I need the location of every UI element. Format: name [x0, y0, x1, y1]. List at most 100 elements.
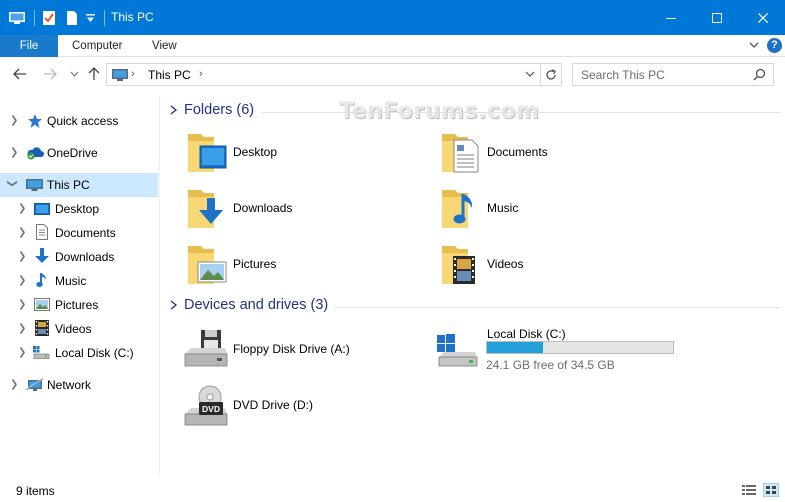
nav-item-downloads[interactable]: ❯ Downloads [0, 245, 158, 269]
this-pc-app-icon[interactable] [8, 11, 26, 25]
nav-item-music[interactable]: ❯ Music [0, 269, 158, 293]
nav-item-documents[interactable]: ❯ Documents [0, 221, 158, 245]
expand-chevron-icon[interactable]: ❯ [18, 347, 26, 358]
folder-item-pictures[interactable]: Pictures [185, 240, 425, 290]
desktop-icon [34, 203, 50, 215]
breadcrumb-chevron-icon[interactable]: › [199, 68, 203, 80]
pictures-icon [34, 298, 50, 311]
pane-divider[interactable] [159, 96, 160, 476]
folder-label: Desktop [233, 145, 278, 159]
folder-item-desktop[interactable]: Desktop [185, 128, 425, 178]
nav-item-network[interactable]: ❯ Network [0, 373, 158, 397]
drive-item-floppy[interactable]: Floppy Disk Drive (A:) [183, 328, 443, 382]
tab-file[interactable]: File [0, 35, 58, 57]
large-icons-view-icon[interactable] [763, 483, 779, 497]
nav-item-onedrive[interactable]: ❯ OneDrive [0, 141, 158, 165]
properties-checklist-icon[interactable] [42, 10, 56, 26]
search-box[interactable]: Search This PC [572, 63, 774, 86]
nav-item-videos[interactable]: ❯ Videos [0, 317, 158, 341]
maximize-icon [712, 12, 722, 23]
forward-arrow-icon [44, 68, 57, 80]
back-arrow-icon [13, 68, 26, 80]
drive-free-space: 24.1 GB free of 34.5 GB [486, 358, 615, 372]
tab-view[interactable]: View [152, 35, 177, 57]
minimize-button[interactable] [648, 0, 694, 35]
folder-item-videos[interactable]: Videos [439, 240, 679, 290]
up-arrow-icon [88, 67, 100, 80]
local-disk-windows-icon [437, 334, 478, 367]
folder-label: Pictures [233, 257, 277, 271]
expand-chevron-icon[interactable]: ❯ [18, 323, 26, 334]
breadcrumb-this-pc[interactable]: This PC [148, 68, 191, 82]
documents-icon [36, 224, 48, 240]
nav-label: Documents [55, 226, 116, 240]
expand-chevron-icon[interactable]: ❯ [10, 115, 18, 126]
downloads-arrow-icon [35, 248, 49, 263]
address-bar[interactable]: › This PC › [106, 63, 562, 86]
nav-label: Videos [55, 322, 92, 336]
folder-item-music[interactable]: Music [439, 184, 679, 234]
folder-item-documents[interactable]: Documents [439, 128, 679, 178]
nav-label: Quick access [47, 114, 119, 128]
music-folder-icon [442, 190, 473, 228]
section-collapse-chevron-icon[interactable] [170, 105, 179, 118]
recent-chevron-down-icon [70, 71, 78, 77]
svg-text:DVD: DVD [202, 404, 220, 414]
section-divider [334, 307, 780, 308]
folder-item-downloads[interactable]: Downloads [185, 184, 425, 234]
maximize-button[interactable] [694, 0, 740, 35]
up-button[interactable] [86, 66, 102, 82]
videos-folder-icon [442, 246, 475, 284]
search-input[interactable]: Search This PC [581, 68, 665, 82]
expand-chevron-icon[interactable]: ❯ [18, 251, 26, 262]
section-collapse-chevron-icon[interactable] [170, 300, 179, 313]
window-title: This PC [111, 10, 154, 24]
refresh-icon [546, 68, 556, 80]
item-count: 9 items [16, 484, 55, 498]
nav-item-local-disk[interactable]: ❯ Local Disk (C:) [0, 341, 158, 365]
drive-label: Floppy Disk Drive (A:) [233, 342, 350, 356]
nav-label: Network [47, 378, 92, 392]
expand-ribbon-chevron-icon[interactable] [748, 39, 760, 51]
expand-chevron-icon[interactable]: ❯ [18, 203, 26, 214]
search-icon[interactable] [753, 68, 766, 81]
close-button[interactable] [740, 0, 785, 35]
expand-chevron-icon[interactable]: ❯ [18, 227, 26, 238]
address-history-chevron-down-icon[interactable] [525, 71, 535, 78]
nav-item-pictures[interactable]: ❯ Pictures [0, 293, 158, 317]
desktop-folder-icon [188, 134, 227, 172]
title-separator [104, 10, 105, 26]
nav-label: Downloads [55, 250, 115, 264]
dvd-drive-icon: DVD [184, 385, 228, 426]
drive-item-dvd[interactable]: DVD DVD Drive (D:) [183, 384, 443, 438]
nav-label: Music [55, 274, 87, 288]
expand-chevron-icon[interactable]: ❯ [18, 275, 26, 286]
expand-chevron-icon[interactable]: ❯ [10, 147, 18, 158]
documents-folder-icon [442, 134, 479, 173]
recent-locations-button[interactable] [66, 66, 82, 82]
customize-qat-dropdown-icon[interactable] [86, 14, 95, 23]
details-view-icon[interactable] [741, 483, 757, 497]
nav-item-this-pc[interactable]: ❯ This PC [0, 173, 158, 197]
collapse-chevron-down-icon[interactable]: ❯ [7, 179, 18, 187]
folders-section-header[interactable]: Folders (6) [170, 102, 780, 122]
forward-button[interactable] [42, 66, 58, 82]
refresh-button[interactable] [540, 64, 561, 85]
help-icon[interactable]: ? [767, 38, 782, 53]
nav-label: Pictures [55, 298, 99, 312]
drive-item-local-disk-c[interactable]: Local Disk (C:) 24.1 GB free of 34.5 GB [435, 323, 695, 377]
back-button[interactable] [12, 66, 28, 82]
new-folder-icon[interactable] [66, 10, 78, 26]
expand-chevron-icon[interactable]: ❯ [10, 379, 18, 390]
nav-item-quick-access[interactable]: ❯ Quick access [0, 109, 158, 133]
devices-section-header[interactable]: Devices and drives (3) [170, 297, 780, 317]
breadcrumb-chevron-icon[interactable]: › [131, 68, 135, 80]
tab-computer[interactable]: Computer [72, 35, 123, 57]
folder-label: Downloads [233, 201, 293, 215]
nav-item-desktop[interactable]: ❯ Desktop [0, 197, 158, 221]
quick-access-star-icon [28, 114, 42, 128]
downloads-folder-icon [188, 190, 223, 228]
nav-label: Desktop [55, 202, 100, 216]
expand-chevron-icon[interactable]: ❯ [18, 299, 26, 310]
drive-usage-bar [486, 341, 674, 354]
